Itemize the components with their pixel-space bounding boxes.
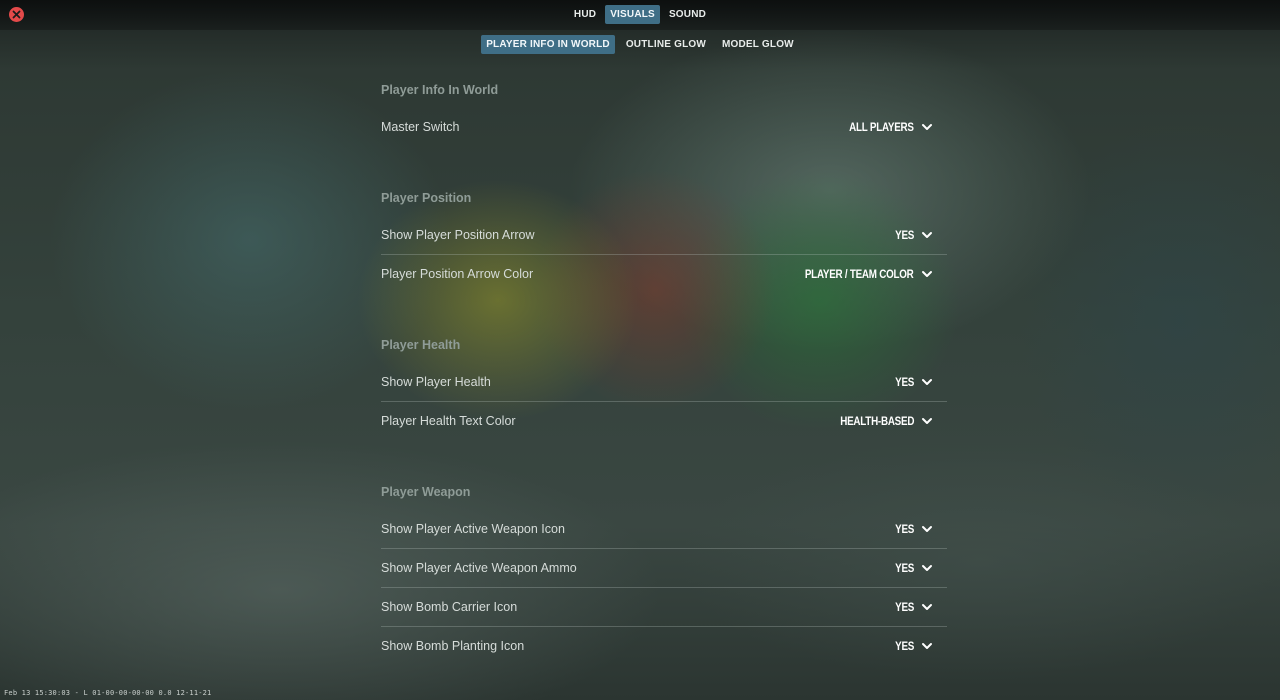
section-title-player-health: Player Health: [381, 338, 461, 352]
setting-row-show-player-active-weapon-icon[interactable]: Show Player Active Weapon Icon YES: [381, 510, 947, 549]
setting-dropdown[interactable]: YES: [891, 600, 947, 614]
tab-visuals[interactable]: VISUALS: [605, 5, 660, 24]
setting-label: Show Bomb Carrier Icon: [381, 600, 518, 614]
subtab-outline-glow[interactable]: OUTLINE GLOW: [621, 35, 711, 54]
section-title-player-info-in-world: Player Info In World: [381, 83, 499, 97]
chevron-down-icon: [922, 418, 932, 424]
chevron-down-icon: [922, 232, 932, 238]
setting-dropdown[interactable]: YES: [891, 522, 947, 536]
setting-row-player-health-text-color[interactable]: Player Health Text Color HEALTH-BASED: [381, 402, 947, 440]
setting-dropdown[interactable]: HEALTH-BASED: [824, 414, 947, 428]
setting-row-show-bomb-carrier-icon[interactable]: Show Bomb Carrier Icon YES: [381, 588, 947, 627]
setting-value: YES: [895, 522, 914, 536]
setting-row-show-bomb-planting-icon[interactable]: Show Bomb Planting Icon YES: [381, 627, 947, 665]
setting-value: YES: [895, 639, 914, 653]
chevron-down-icon: [922, 526, 932, 532]
setting-row-player-position-arrow-color[interactable]: Player Position Arrow Color PLAYER / TEA…: [381, 255, 947, 293]
setting-value: YES: [895, 600, 914, 614]
settings-panel: Player Info In World Master Switch ALL P…: [381, 72, 947, 665]
setting-dropdown[interactable]: YES: [891, 375, 947, 389]
setting-row-show-player-health[interactable]: Show Player Health YES: [381, 363, 947, 402]
chevron-down-icon: [922, 124, 932, 130]
sub-nav: PLAYER INFO IN WORLD OUTLINE GLOW MODEL …: [0, 35, 1280, 54]
setting-label: Show Player Health: [381, 375, 491, 389]
main-nav: HUD VISUALS SOUND: [0, 5, 1280, 24]
setting-label: Player Health Text Color: [381, 414, 516, 428]
tab-sound[interactable]: SOUND: [664, 5, 711, 24]
chevron-down-icon: [922, 271, 932, 277]
setting-dropdown[interactable]: ALL PLAYERS: [835, 120, 947, 134]
setting-value: HEALTH-BASED: [840, 414, 914, 428]
setting-label: Player Position Arrow Color: [381, 267, 534, 281]
setting-dropdown[interactable]: YES: [891, 228, 947, 242]
subtab-model-glow[interactable]: MODEL GLOW: [717, 35, 799, 54]
setting-label: Master Switch: [381, 120, 460, 134]
setting-value: PLAYER / TEAM COLOR: [805, 267, 914, 281]
setting-label: Show Player Active Weapon Icon: [381, 522, 565, 536]
chevron-down-icon: [922, 643, 932, 649]
section-title-player-position: Player Position: [381, 191, 472, 205]
setting-value: YES: [895, 561, 914, 575]
setting-row-show-player-active-weapon-ammo[interactable]: Show Player Active Weapon Ammo YES: [381, 549, 947, 588]
tab-hud[interactable]: HUD: [569, 5, 601, 24]
chevron-down-icon: [922, 604, 932, 610]
subtab-player-info-in-world[interactable]: PLAYER INFO IN WORLD: [481, 35, 615, 54]
setting-label: Show Bomb Planting Icon: [381, 639, 525, 653]
setting-dropdown[interactable]: PLAYER / TEAM COLOR: [781, 267, 947, 281]
build-info-text: Feb 13 15:30:03 - L 01-00-00-00-00 0.0 1…: [4, 689, 212, 697]
setting-value: YES: [895, 375, 914, 389]
chevron-down-icon: [922, 565, 932, 571]
setting-dropdown[interactable]: YES: [891, 561, 947, 575]
setting-dropdown[interactable]: YES: [891, 639, 947, 653]
setting-label: Show Player Active Weapon Ammo: [381, 561, 577, 575]
setting-row-show-player-position-arrow[interactable]: Show Player Position Arrow YES: [381, 216, 947, 255]
setting-value: ALL PLAYERS: [849, 120, 914, 134]
chevron-down-icon: [922, 379, 932, 385]
setting-value: YES: [895, 228, 914, 242]
setting-label: Show Player Position Arrow: [381, 228, 535, 242]
section-title-player-weapon: Player Weapon: [381, 485, 471, 499]
setting-row-master-switch[interactable]: Master Switch ALL PLAYERS: [381, 108, 947, 146]
